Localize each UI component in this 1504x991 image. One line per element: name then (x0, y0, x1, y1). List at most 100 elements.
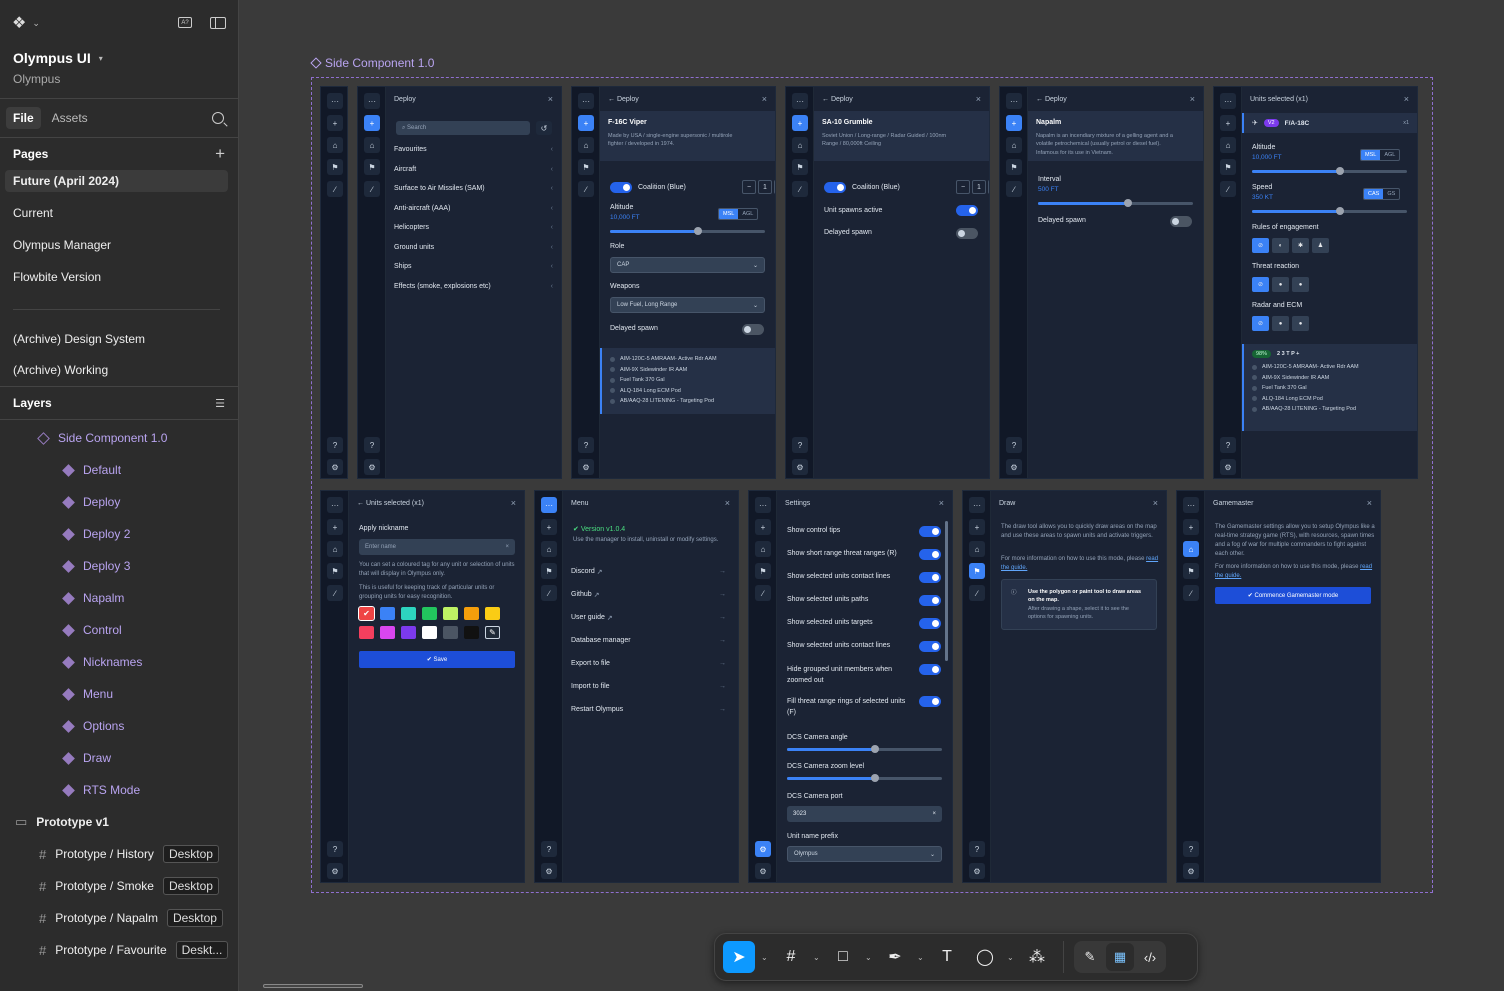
deploy-button[interactable]: + (1220, 115, 1236, 131)
selected-unit-row[interactable]: ✈ V2 F/A-18C x1 (1242, 113, 1417, 133)
close-icon[interactable]: × (1190, 94, 1195, 104)
tab-assets[interactable]: Assets (45, 107, 95, 129)
gamepad-icon[interactable]: ⌂ (327, 137, 343, 153)
delayed-spawn-toggle[interactable] (1170, 216, 1192, 227)
gs-option[interactable]: GS (1383, 189, 1399, 199)
back-icon[interactable]: ← (608, 96, 617, 103)
gamepad-icon[interactable]: ⌂ (1183, 541, 1199, 557)
layer-variant[interactable]: Options (0, 710, 238, 742)
list-item[interactable]: Ships ‹ (394, 257, 553, 277)
threat-evade-icon[interactable]: ● (1292, 277, 1309, 292)
more-button[interactable]: ··· (1183, 497, 1199, 513)
ruler-icon[interactable]: ∕ (578, 181, 594, 197)
color-swatch[interactable] (359, 626, 374, 639)
interval-slider-handle[interactable] (1123, 199, 1132, 207)
delayed-spawn-toggle[interactable] (956, 228, 978, 239)
chevron-down-icon[interactable]: ⌄ (761, 953, 769, 962)
scrollbar[interactable] (945, 521, 948, 661)
help-button[interactable]: ? (327, 841, 343, 857)
camera-angle-slider[interactable] (787, 745, 942, 753)
more-button[interactable]: ··· (969, 497, 985, 513)
gamepad-icon[interactable]: ⌂ (1006, 137, 1022, 153)
count-stepper[interactable]: −1+ (742, 180, 775, 194)
deploy-button[interactable]: + (1183, 519, 1199, 535)
plus-button[interactable]: + (988, 180, 989, 194)
more-button[interactable]: ··· (1220, 93, 1236, 109)
menu-item-import[interactable]: Import to file → (571, 675, 726, 698)
search-input[interactable]: ⌕ Search (396, 121, 530, 135)
list-item[interactable]: Anti-aircraft (AAA) ‹ (394, 199, 553, 219)
flag-icon[interactable]: ⚑ (327, 159, 343, 175)
gamepad-icon[interactable]: ⌂ (578, 137, 594, 153)
ruler-icon[interactable]: ∕ (755, 585, 771, 601)
delayed-spawn-toggle[interactable] (742, 324, 764, 335)
move-tool-icon[interactable]: ➤ (723, 941, 755, 973)
pen-tool-icon[interactable]: ✒ (879, 941, 911, 973)
ruler-icon[interactable]: ∕ (541, 585, 557, 601)
horizontal-scrollbar[interactable] (263, 984, 363, 988)
design-mode-icon[interactable]: ▦ (1106, 943, 1134, 971)
settings-button[interactable]: ⚙ (578, 459, 594, 475)
more-button[interactable]: ··· (327, 497, 343, 513)
history-icon[interactable]: ↺ (536, 121, 552, 135)
radar-off-icon[interactable]: ⊘ (1252, 316, 1269, 331)
rectangle-tool-icon[interactable]: □ (827, 941, 859, 973)
settings-button[interactable]: ⚙ (327, 459, 343, 475)
list-item[interactable]: Ground units ‹ (394, 238, 553, 258)
radar-free-icon[interactable]: ● (1292, 316, 1309, 331)
agl-option[interactable]: AGL (738, 209, 757, 219)
close-icon[interactable]: × (976, 94, 981, 104)
figma-logo-icon[interactable]: ❖ (12, 13, 26, 33)
nickname-input[interactable]: Enter name × (359, 539, 515, 555)
close-icon[interactable]: × (1404, 94, 1409, 104)
close-icon[interactable]: × (548, 94, 553, 104)
help-button[interactable]: ? (1220, 437, 1236, 453)
commence-gamemaster-button[interactable]: ✔ Commence Gamemaster mode (1215, 587, 1371, 604)
deploy-button[interactable]: + (541, 519, 557, 535)
menu-item-restart[interactable]: Restart Olympus → (571, 698, 726, 721)
layer-variant[interactable]: Nicknames (0, 646, 238, 678)
add-page-icon[interactable]: + (215, 144, 225, 164)
gamepad-icon[interactable]: ⌂ (969, 541, 985, 557)
layer-variant[interactable]: Menu (0, 678, 238, 710)
cas-option[interactable]: CAS (1364, 189, 1384, 199)
layer-frame[interactable]: # Prototype / Favourite Deskt... (0, 934, 238, 966)
font-icon[interactable]: A? (178, 17, 192, 28)
layer-section[interactable]: ▭ Prototype v1 (0, 806, 238, 838)
search-icon[interactable] (212, 112, 224, 124)
help-button[interactable]: ? (364, 437, 380, 453)
chevron-down-icon[interactable]: ⌄ (917, 953, 925, 962)
coalition-toggle[interactable] (610, 182, 632, 193)
prefix-select[interactable]: Olympus ⌄ (787, 846, 942, 862)
layer-variant[interactable]: Control (0, 614, 238, 646)
setting-toggle[interactable] (919, 549, 941, 560)
chevron-down-icon[interactable]: ⌄ (813, 953, 821, 962)
layer-frame[interactable]: # Prototype / History Desktop (0, 838, 238, 870)
close-icon[interactable]: × (511, 498, 516, 508)
color-swatch[interactable] (401, 626, 416, 639)
minus-button[interactable]: − (742, 180, 756, 194)
coalition-toggle[interactable] (824, 182, 846, 193)
color-swatch[interactable] (464, 626, 479, 639)
more-button[interactable]: ··· (541, 497, 557, 513)
color-swatch[interactable] (380, 626, 395, 639)
setting-toggle[interactable] (919, 595, 941, 606)
close-icon[interactable]: × (1153, 498, 1158, 508)
flag-icon[interactable]: ⚑ (1183, 563, 1199, 579)
roe-return-icon[interactable]: ◐ (1272, 238, 1289, 253)
more-button[interactable]: ··· (364, 93, 380, 109)
flag-icon[interactable]: ⚑ (792, 159, 808, 175)
dev-mode-icon[interactable]: ‹/› (1136, 943, 1164, 971)
color-swatch[interactable] (422, 626, 437, 639)
speed-reference-toggle[interactable]: CAS GS (1363, 188, 1401, 200)
menu-item-export[interactable]: Export to file → (571, 652, 726, 675)
speed-slider-handle[interactable] (1336, 207, 1345, 215)
settings-button[interactable]: ⚙ (1220, 459, 1236, 475)
camera-zoom-slider[interactable] (787, 774, 942, 782)
layer-variant[interactable]: Deploy 2 (0, 518, 238, 550)
agl-option[interactable]: AGL (1380, 150, 1399, 160)
help-button[interactable]: ? (327, 437, 343, 453)
list-item[interactable]: Favourites ‹ (394, 140, 553, 160)
speed-slider[interactable] (1252, 207, 1407, 215)
close-icon[interactable]: × (725, 498, 730, 508)
